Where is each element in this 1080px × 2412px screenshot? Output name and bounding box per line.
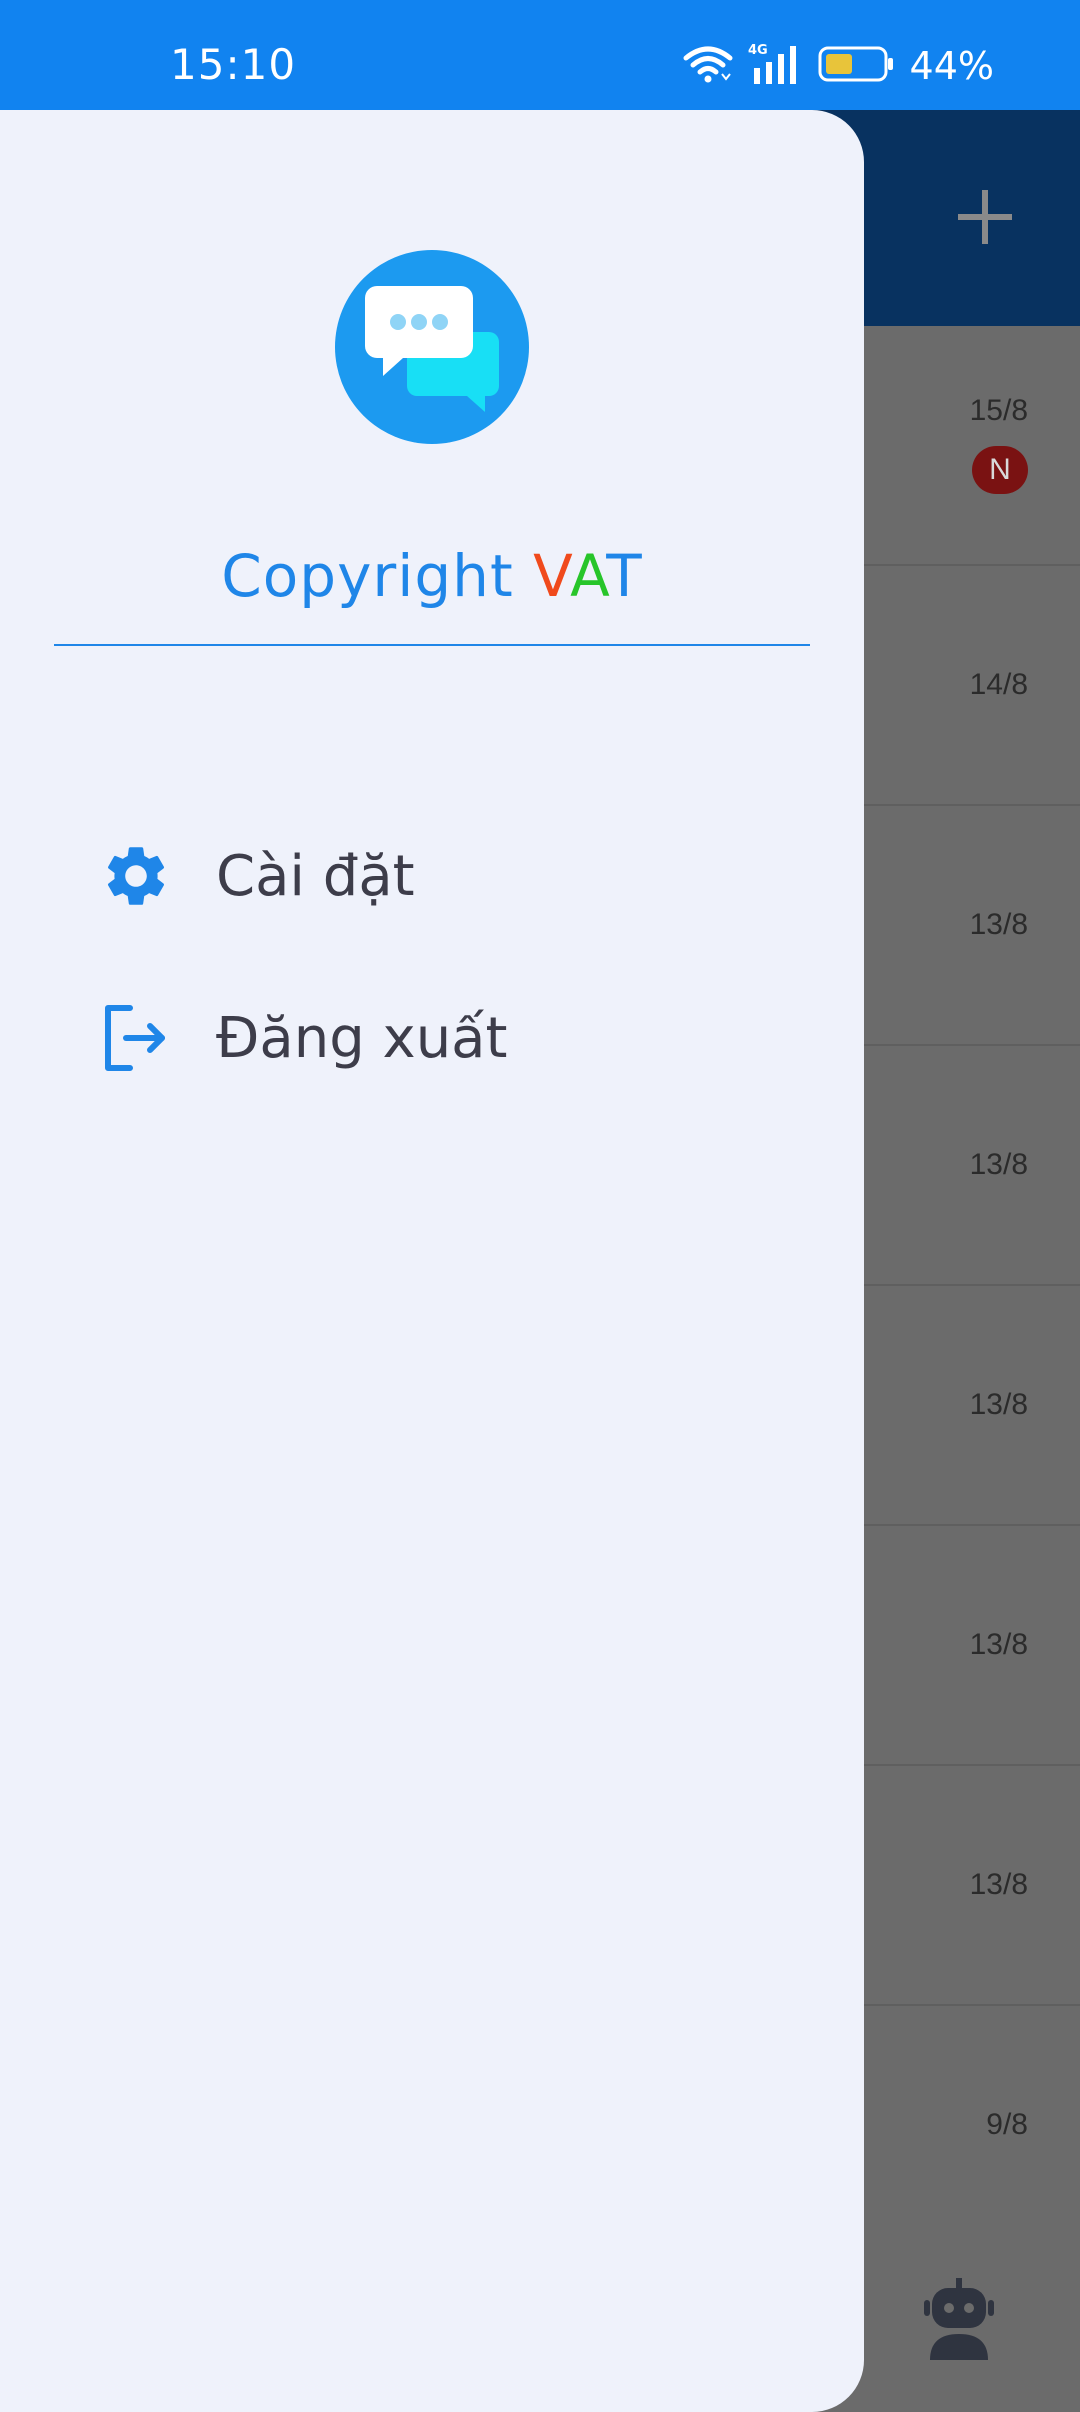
brand-letter-a: A — [570, 542, 607, 610]
battery-percent: 44% — [909, 44, 994, 88]
conversation-date: 13/8 — [969, 1148, 1028, 1181]
conversation-date: 9/8 — [986, 2108, 1028, 2141]
status-time: 15:10 — [170, 40, 297, 89]
battery-icon — [818, 44, 896, 89]
conversation-date: 13/8 — [969, 1868, 1028, 1901]
conversation-date: 14/8 — [969, 668, 1028, 701]
navigation-drawer: Copyright VAT Cài đặt Đăng xuất — [0, 110, 864, 2412]
copyright-text: Copyright VAT — [0, 542, 864, 610]
robot-icon[interactable] — [924, 2278, 994, 2360]
conversation-date: 13/8 — [969, 1388, 1028, 1421]
chat-bubbles-icon — [335, 250, 529, 444]
wifi-icon — [682, 44, 734, 89]
settings-menu-item[interactable]: Cài đặt — [0, 812, 864, 932]
settings-label: Cài đặt — [216, 844, 415, 909]
conversation-date: 13/8 — [969, 1628, 1028, 1661]
logout-icon — [100, 1002, 172, 1074]
status-bar: 15:10 4G 44% — [0, 0, 1080, 110]
logout-label: Đăng xuất — [216, 1006, 508, 1071]
gear-icon — [100, 840, 172, 912]
conversation-date: 13/8 — [969, 908, 1028, 941]
copyright-label: Copyright — [221, 542, 514, 610]
logout-menu-item[interactable]: Đăng xuất — [0, 974, 864, 1094]
status-indicators: 4G 44% — [682, 42, 994, 91]
add-icon[interactable] — [950, 182, 1020, 252]
brand-letter-t: T — [606, 542, 643, 610]
brand-letter-v: V — [533, 542, 571, 610]
signal-icon: 4G — [748, 42, 804, 91]
network-label: 4G — [748, 43, 768, 58]
status-badge: N — [972, 446, 1028, 494]
conversation-date: 15/8 — [969, 394, 1028, 427]
divider — [54, 644, 810, 646]
